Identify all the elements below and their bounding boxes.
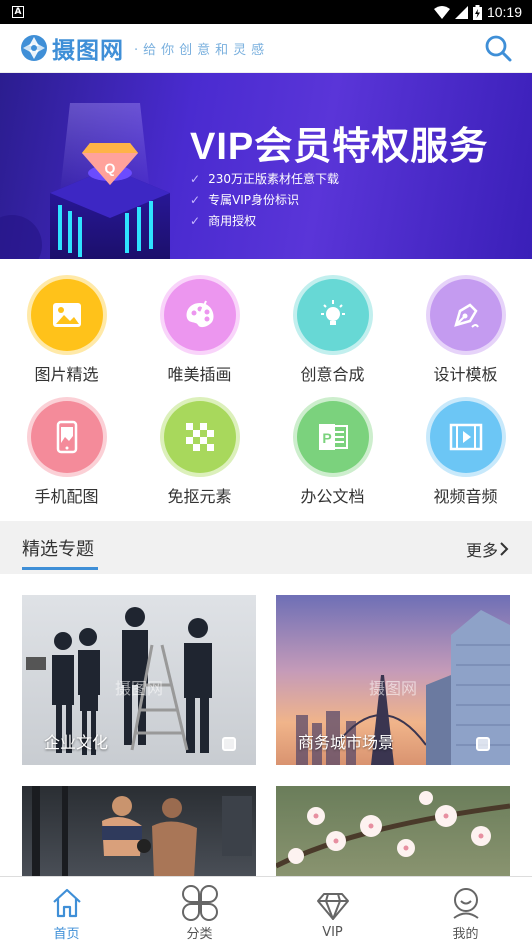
check-icon: ✓: [190, 193, 201, 207]
category-design-template[interactable]: 设计模板: [399, 279, 532, 385]
notification-a-icon: A: [12, 6, 24, 18]
status-bar: A 10:19: [0, 0, 532, 24]
check-icon: ✓: [190, 172, 201, 186]
category-office-docs[interactable]: P 办公文档: [266, 401, 399, 507]
category-label: 免抠元素: [167, 487, 232, 506]
topic-card-business-city[interactable]: 摄图网 商务城市场景: [276, 595, 510, 765]
chevron-right-icon: [500, 542, 509, 556]
card-label: 企业文化: [44, 733, 109, 752]
category-label: 创意合成: [300, 365, 365, 384]
category-grid: 图片精选 唯美插画 创意合成 设计模板 手机配图 免抠元素 P 办公文档 视频音…: [0, 259, 532, 521]
card-label: 商务城市场景: [298, 733, 395, 752]
signal-icon: [454, 5, 468, 19]
album-badge-icon: [476, 737, 490, 751]
category-label: 设计模板: [433, 365, 498, 384]
camera-aperture-logo-icon: [21, 35, 47, 61]
category-image-select[interactable]: 图片精选: [0, 279, 133, 385]
banner-feature: ✓ 商用授权: [190, 211, 339, 232]
topic-card-flowers[interactable]: [276, 786, 510, 878]
category-creative[interactable]: 创意合成: [266, 279, 399, 385]
fitness-photo: [32, 786, 252, 878]
banner-feature: ✓ 专属VIP身份标识: [190, 190, 339, 211]
battery-icon: [472, 4, 482, 20]
banner-title: VIP会员特权服务: [190, 126, 489, 168]
category-label: 视频音频: [433, 487, 498, 506]
app-logo[interactable]: 摄图网 ·给你创意和灵感: [20, 31, 269, 65]
grid-flower-icon: [181, 885, 218, 921]
category-label: 办公文档: [300, 487, 365, 506]
nav-label: 分类: [186, 927, 213, 942]
pen-tool-icon: [429, 279, 502, 351]
checkerboard-icon: [163, 401, 236, 473]
lightbulb-icon: [296, 279, 369, 351]
svg-text:Q: Q: [105, 160, 116, 176]
banner-feature-list: ✓ 230万正版素材任意下载 ✓ 专属VIP身份标识 ✓ 商用授权: [190, 169, 339, 232]
category-label: 唯美插画: [167, 365, 232, 384]
clock-time: 10:19: [486, 4, 522, 20]
wifi-icon: [433, 5, 450, 19]
section-title: 精选专题: [22, 539, 94, 560]
category-illustration[interactable]: 唯美插画: [133, 279, 266, 385]
image-icon: [30, 279, 103, 351]
home-icon: [52, 888, 81, 918]
powerpoint-icon: P: [296, 401, 369, 473]
section-title-underline: [22, 567, 98, 570]
more-label: 更多: [465, 541, 498, 560]
album-badge-icon: [222, 737, 236, 751]
slogan: ·给你创意和灵感: [134, 42, 270, 58]
vip-building-illustration: Q: [0, 103, 170, 259]
category-cutout-elements[interactable]: 免抠元素: [133, 401, 266, 507]
nav-mine[interactable]: 我的: [399, 877, 532, 946]
search-icon[interactable]: [484, 34, 512, 62]
nav-home[interactable]: 首页: [0, 877, 133, 946]
svg-text:P: P: [322, 430, 331, 446]
phone-image-icon: [30, 401, 103, 473]
banner-feature: ✓ 230万正版素材任意下载: [190, 169, 339, 190]
video-icon: [429, 401, 502, 473]
nav-label: 我的: [452, 927, 479, 942]
watermark: 摄图网: [368, 679, 418, 698]
vip-promo-banner[interactable]: Q VIP会员特权服务 ✓ 230万正版素材任意下载 ✓ 专属VIP身份标识 ✓ 商用…: [0, 73, 532, 259]
watermark: 摄图网: [114, 679, 164, 698]
logo-text: 摄图网: [52, 38, 124, 63]
palette-icon: [163, 279, 236, 351]
featured-topics-header: 精选专题 更多: [0, 521, 532, 574]
diamond-icon: [316, 893, 349, 920]
nav-label: VIP: [322, 925, 343, 940]
topic-card-corporate-culture[interactable]: 摄图网 企业文化: [22, 595, 256, 765]
flowers-photo: [276, 791, 510, 869]
check-icon: ✓: [190, 214, 201, 228]
category-label: 图片精选: [34, 365, 99, 384]
topic-card-fitness[interactable]: [22, 786, 256, 878]
category-phone-image[interactable]: 手机配图: [0, 401, 133, 507]
category-video-audio[interactable]: 视频音频: [399, 401, 532, 507]
nav-vip[interactable]: VIP: [266, 877, 399, 946]
app-header: 摄图网 ·给你创意和灵感: [0, 24, 532, 73]
user-icon: [452, 888, 479, 919]
more-link[interactable]: 更多: [466, 537, 510, 561]
nav-label: 首页: [53, 927, 80, 942]
category-label: 手机配图: [34, 487, 99, 506]
nav-category[interactable]: 分类: [133, 877, 266, 946]
bottom-navigation: 首页 分类 VIP 我的: [0, 876, 532, 946]
